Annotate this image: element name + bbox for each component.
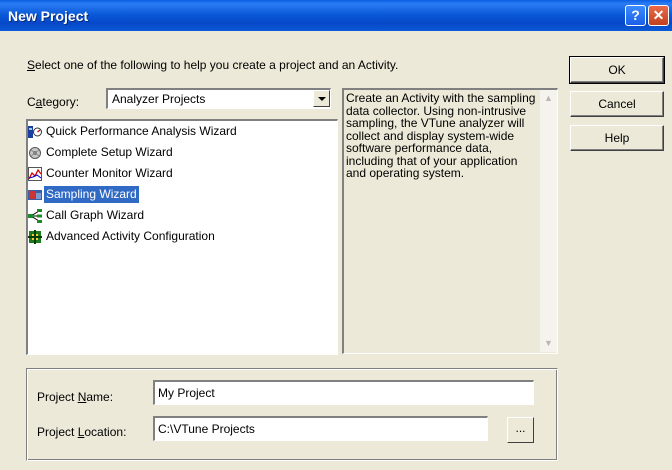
cancel-button[interactable]: Cancel [570,91,664,117]
description-panel: Create an Activity with the sampling dat… [342,88,558,354]
ok-button[interactable]: OK [569,56,665,84]
sampling-icon [28,188,42,202]
counter-monitor-icon [28,166,42,181]
list-item-advanced-activity-configuration[interactable]: Advanced Activity Configuration [28,228,217,245]
scroll-up-icon[interactable]: ▲ [540,90,557,107]
category-label: Category: [27,95,80,109]
new-project-dialog: New Project ? ✕ Select one of the follow… [0,0,672,470]
help-button[interactable]: Help [570,125,664,151]
list-item-label: Call Graph Wizard [46,208,145,222]
title-close-button[interactable]: ✕ [648,5,669,26]
chevron-down-icon[interactable] [313,90,330,107]
browse-button[interactable]: ... [507,417,534,443]
scroll-down-icon[interactable]: ▼ [540,335,557,352]
wizard-list[interactable]: Quick Performance Analysis Wizard Comple… [26,119,338,355]
category-selected-value: Analyzer Projects [112,92,206,106]
project-name-label: Project Name: [37,390,114,404]
list-item-sampling[interactable]: Sampling Wizard [28,186,139,203]
call-graph-icon [28,208,42,223]
project-name-input[interactable]: My Project [153,380,534,405]
advanced-config-icon [28,229,42,244]
list-item-quick-performance-analysis[interactable]: Quick Performance Analysis Wizard [28,123,239,140]
list-item-call-graph[interactable]: Call Graph Wizard [28,207,146,224]
setup-wizard-icon [28,146,42,160]
description-scrollbar[interactable]: ▲ ▼ [540,90,557,352]
list-item-complete-setup[interactable]: Complete Setup Wizard [28,144,175,161]
list-item-label: Complete Setup Wizard [46,145,173,159]
description-text: Create an Activity with the sampling dat… [346,91,536,180]
project-location-label: Project Location: [37,425,127,439]
title-help-button[interactable]: ? [625,5,646,26]
dialog-title: New Project [8,8,89,24]
category-dropdown[interactable]: Analyzer Projects [106,88,331,109]
title-bar[interactable]: New Project ? ✕ [0,0,672,31]
list-item-label: Advanced Activity Configuration [46,229,215,243]
quick-analysis-icon [28,125,42,139]
list-item-label: Quick Performance Analysis Wizard [46,124,237,138]
list-item-label: Sampling Wizard [44,186,139,203]
project-location-input[interactable]: C:\VTune Projects [153,416,488,441]
list-item-label: Counter Monitor Wizard [46,166,173,180]
list-item-counter-monitor[interactable]: Counter Monitor Wizard [28,165,175,182]
instruction-text: Select one of the following to help you … [27,58,399,72]
